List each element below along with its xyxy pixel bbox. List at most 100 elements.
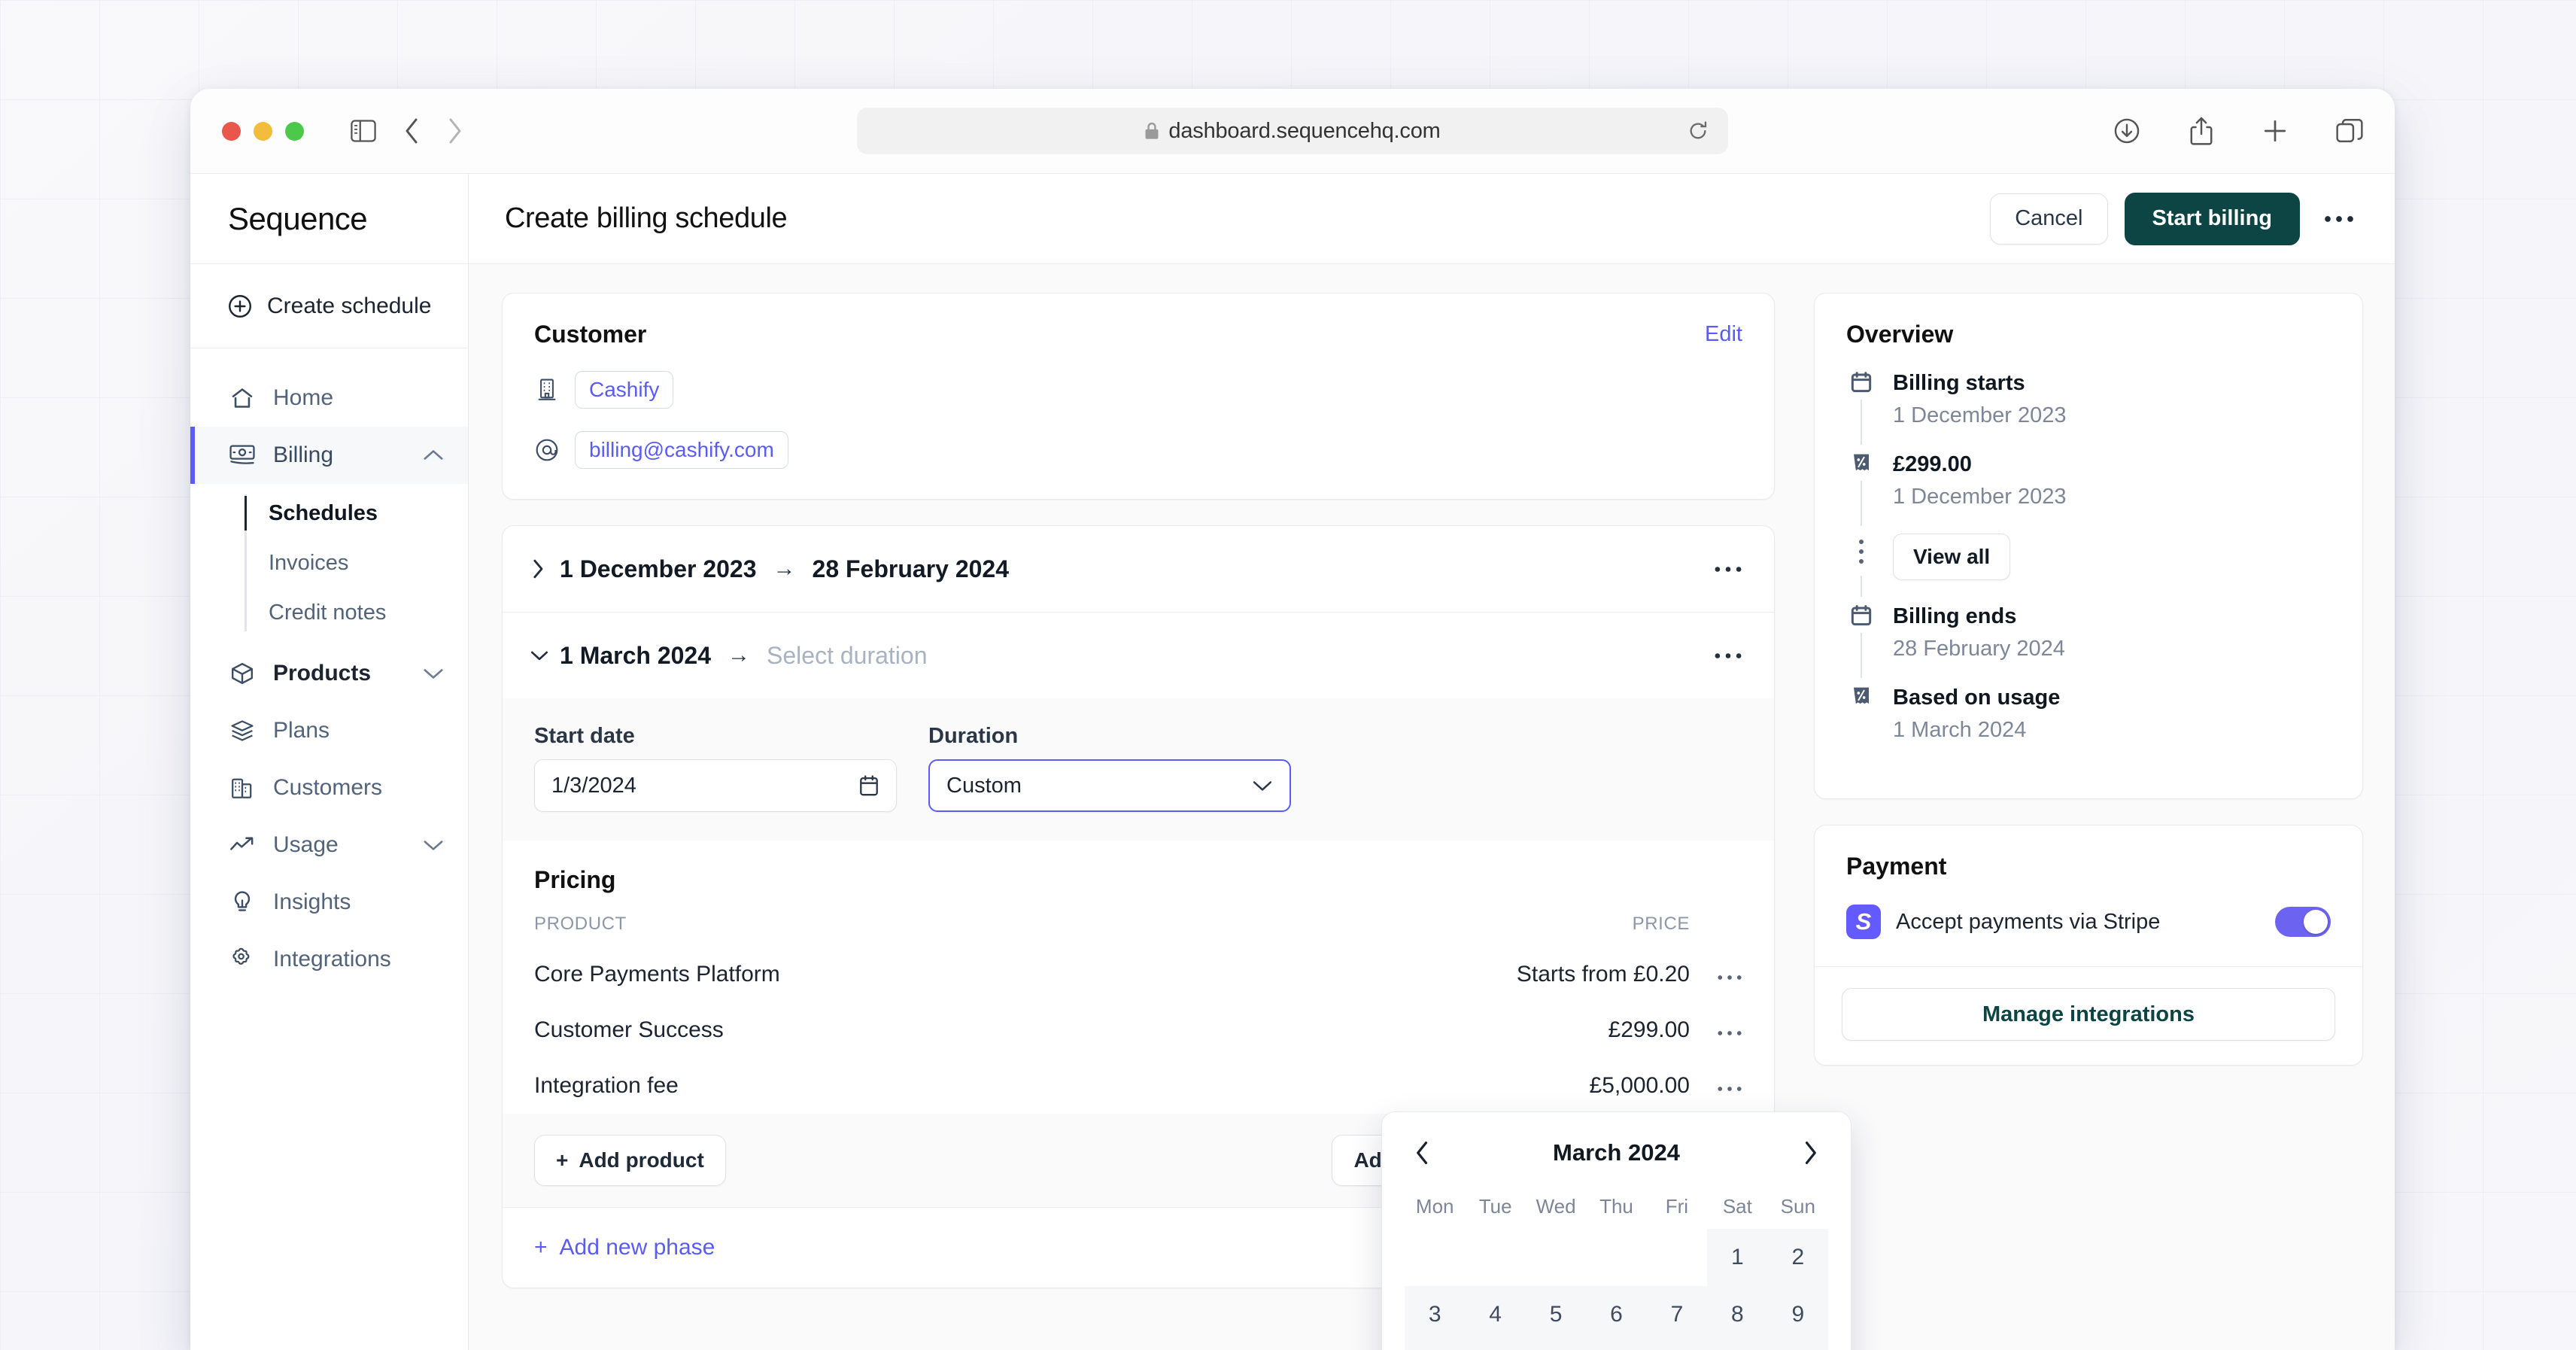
table-row[interactable]: Core Payments Platform Starts from £0.20 [534, 947, 1742, 1002]
start-billing-button[interactable]: Start billing [2124, 192, 2300, 245]
calendar-day-cell[interactable]: 11 [1465, 1343, 1526, 1350]
pricing-table: PRODUCT PRICE Core Payments Platform Sta… [534, 914, 1742, 1114]
close-window-button[interactable] [222, 121, 241, 141]
pricing-section: Pricing PRODUCT PRICE Core Payments Plat… [503, 841, 1774, 1114]
sidebar: Sequence Create schedule Home Billing Sc… [190, 174, 469, 1350]
calendar-day-cell[interactable]: 16 [1767, 1343, 1828, 1350]
customer-card-title: Customer [534, 321, 647, 348]
calendar-day-cell[interactable]: 9 [1767, 1286, 1828, 1343]
chevron-left-icon[interactable] [1409, 1136, 1436, 1170]
receipt-percent-icon [1850, 452, 1873, 475]
chevron-down-icon[interactable] [423, 667, 444, 680]
row-kebab-icon[interactable] [1690, 947, 1742, 1002]
phase-kebab-icon[interactable] [1714, 652, 1742, 660]
sidebar-item-home[interactable]: Home [190, 369, 468, 427]
chevron-right-icon[interactable] [530, 558, 560, 580]
phase-row-collapsed[interactable]: 1 December 2023 → 28 February 2024 [503, 526, 1774, 612]
sidebar-item-label: Customers [273, 775, 383, 800]
create-schedule-button[interactable]: Create schedule [190, 264, 468, 348]
plus-icon[interactable] [2262, 118, 2288, 144]
sidebar-item-schedules[interactable]: Schedules [245, 488, 468, 538]
kebab-icon[interactable] [2316, 214, 2362, 223]
tabs-icon[interactable] [2336, 118, 2363, 144]
share-icon[interactable] [2189, 117, 2214, 145]
maximize-window-button[interactable] [285, 121, 304, 141]
duration-select[interactable]: Custom [928, 759, 1291, 812]
integrations-icon [228, 947, 257, 971]
payment-card: Payment S Accept payments via Stripe Man… [1814, 825, 2363, 1066]
sidebar-item-products[interactable]: Products [190, 645, 468, 702]
reload-icon[interactable] [1687, 120, 1709, 141]
day-name: Sun [1780, 1195, 1815, 1218]
table-row[interactable]: Integration fee £5,000.00 [534, 1058, 1742, 1114]
sidebar-subitem-label: Schedules [269, 500, 378, 525]
address-bar[interactable]: dashboard.sequencehq.com [857, 108, 1728, 154]
forward-arrow-icon[interactable] [447, 117, 463, 144]
customer-email-chip[interactable]: billing@cashify.com [575, 431, 788, 469]
manage-integrations-button[interactable]: Manage integrations [1842, 988, 2335, 1041]
sidebar-item-billing[interactable]: Billing [190, 427, 468, 484]
chevron-up-icon[interactable] [423, 448, 444, 462]
chevron-down-icon[interactable] [530, 648, 560, 663]
calendar-day-cell[interactable]: 15 [1707, 1343, 1768, 1350]
add-new-phase-button[interactable]: + Add new phase [534, 1235, 715, 1260]
calendar-day-cell[interactable]: 2 [1767, 1229, 1828, 1286]
chevron-down-icon[interactable] [423, 838, 444, 852]
minimize-window-button[interactable] [254, 121, 272, 141]
back-arrow-icon[interactable] [403, 117, 420, 144]
view-all-button[interactable]: View all [1893, 534, 2011, 580]
chevron-right-icon[interactable] [1797, 1136, 1824, 1170]
calendar-day-cell[interactable]: 1 [1707, 1229, 1768, 1286]
sidebar-toggle-icon[interactable] [351, 120, 376, 142]
phase-end-date: 28 February 2024 [812, 555, 1010, 582]
calendar-day-cell[interactable]: 4 [1465, 1286, 1526, 1343]
calendar-day-cell[interactable]: 10 [1405, 1343, 1466, 1350]
start-date-value: 1/3/2024 [551, 773, 636, 798]
sidebar-item-invoices[interactable]: Invoices [245, 538, 468, 588]
calendar-day-cell[interactable]: 13 [1586, 1343, 1647, 1350]
calendar-day-cell[interactable]: 7 [1646, 1286, 1708, 1343]
payment-title: Payment [1846, 853, 1947, 880]
calendar-icon[interactable] [858, 774, 879, 797]
sidebar-item-integrations[interactable]: Integrations [190, 931, 468, 988]
sidebar-item-customers[interactable]: Customers [190, 759, 468, 816]
calendar-day-cell[interactable]: 14 [1646, 1343, 1708, 1350]
duration-label: Duration [928, 724, 1019, 748]
sidebar-item-credit-notes[interactable]: Credit notes [245, 588, 468, 637]
insights-icon [228, 890, 257, 914]
phase-kebab-icon[interactable] [1714, 565, 1742, 573]
timeline-subtitle: 1 December 2023 [1893, 485, 2067, 509]
calendar-day-cell[interactable]: 6 [1586, 1286, 1647, 1343]
start-date-input[interactable]: 1/3/2024 [534, 759, 897, 812]
day-name: Sat [1722, 1195, 1752, 1218]
calendar-cell-empty [1647, 1229, 1707, 1286]
cancel-button[interactable]: Cancel [1990, 193, 2108, 245]
row-kebab-icon[interactable] [1690, 1002, 1742, 1058]
table-row[interactable]: Customer Success £299.00 [534, 1002, 1742, 1058]
calendar-day-cell[interactable]: 12 [1525, 1343, 1587, 1350]
row-kebab-icon[interactable] [1690, 1058, 1742, 1114]
phase-row-expanded[interactable]: 1 March 2024 → Select duration [503, 613, 1774, 698]
calendar-day-cell[interactable]: 3 [1405, 1286, 1466, 1343]
sidebar-item-insights[interactable]: Insights [190, 874, 468, 931]
overview-title: Overview [1846, 321, 1954, 348]
chevron-down-icon[interactable] [1252, 779, 1273, 792]
customer-company-chip[interactable]: Cashify [575, 371, 674, 409]
calendar-cell-empty [1586, 1229, 1646, 1286]
stripe-toggle[interactable] [2275, 907, 2331, 937]
calendar-week-row: 3456789 [1382, 1286, 1851, 1343]
edit-customer-link[interactable]: Edit [1705, 322, 1742, 347]
sidebar-item-plans[interactable]: Plans [190, 702, 468, 759]
download-icon[interactable] [2113, 117, 2140, 144]
add-product-button[interactable]: + Add product [534, 1135, 726, 1186]
calendar-day-cell[interactable]: 8 [1707, 1286, 1768, 1343]
timeline-item-billing-starts: Billing starts 1 December 2023 [1846, 371, 2331, 452]
timeline-item-view-all: View all [1846, 534, 2331, 604]
brand-logo[interactable]: Sequence [190, 174, 468, 264]
day-name: Thu [1599, 1195, 1633, 1218]
products-icon [228, 661, 257, 686]
sidebar-item-usage[interactable]: Usage [190, 816, 468, 874]
calendar-day-cell[interactable]: 5 [1525, 1286, 1587, 1343]
sidebar-item-label: Integrations [273, 947, 391, 971]
sidebar-item-label: Home [273, 385, 334, 410]
